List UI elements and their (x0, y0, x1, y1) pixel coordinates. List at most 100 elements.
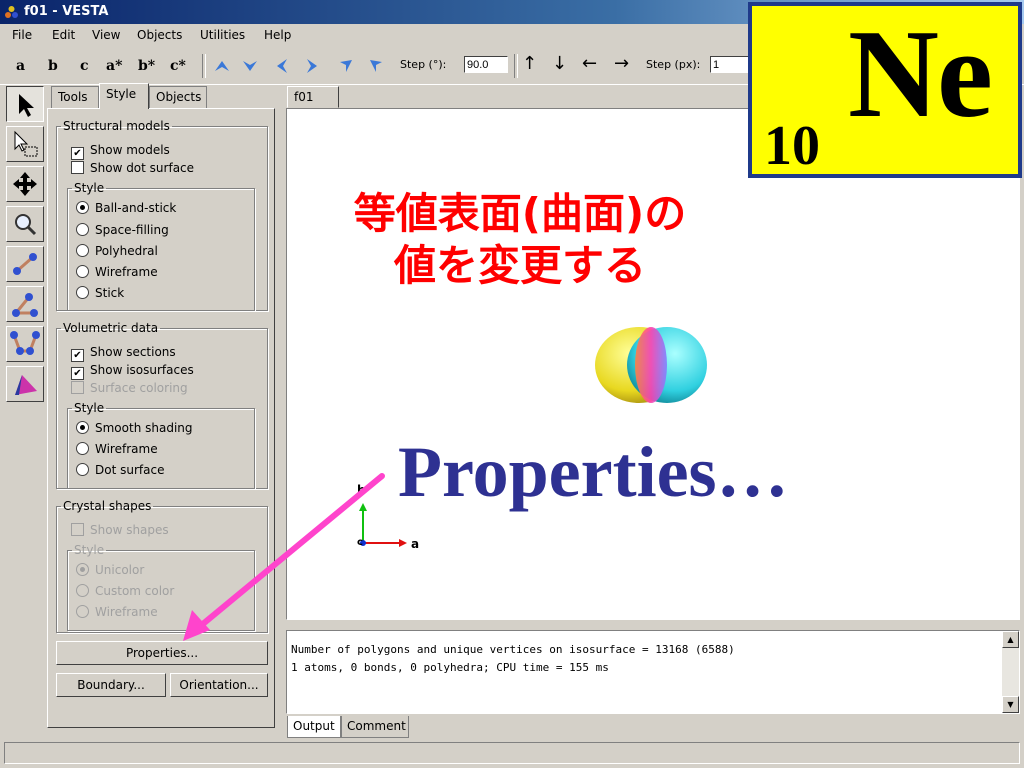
model-style-legend: Style (74, 181, 105, 195)
show-models-checkbox[interactable]: ✔ Show models (71, 143, 170, 160)
rotate-cw-icon[interactable] (366, 56, 386, 76)
dihedral-angle-icon (10, 331, 40, 355)
rotate-down-icon[interactable] (240, 56, 260, 76)
tool-column (6, 86, 46, 736)
radio-space-filling[interactable]: Space-filling (76, 223, 169, 237)
step-px-input[interactable] (710, 56, 750, 73)
menu-utilities[interactable]: Utilities (200, 28, 245, 42)
menu-view[interactable]: View (92, 28, 120, 42)
distance-tool-button[interactable] (6, 246, 44, 282)
structural-models-legend: Structural models (63, 119, 170, 133)
radio-empty-icon (76, 223, 89, 236)
pointer-region-icon (14, 130, 38, 157)
view-along-b-button[interactable]: b (48, 58, 58, 74)
radio-wireframe-shape: Wireframe (76, 605, 158, 619)
radio-label: Stick (95, 286, 125, 300)
volumetric-data-group: Volumetric data ✔ Show sections ✔ Show iso… (56, 321, 268, 489)
view-along-b-star-button[interactable]: b* (138, 58, 155, 74)
tab-style[interactable]: Style (99, 83, 149, 109)
radio-label: Polyhedral (95, 244, 158, 258)
radio-selected-icon (76, 201, 89, 214)
surface-coloring-checkbox: Surface coloring (71, 381, 188, 395)
tab-tools[interactable]: Tools (51, 86, 99, 108)
rotate-ccw-icon[interactable] (336, 56, 356, 76)
radio-empty-icon (76, 244, 89, 257)
view-along-c-star-button[interactable]: c* (170, 58, 186, 74)
show-dot-surface-checkbox[interactable]: Show dot surface (71, 161, 194, 175)
document-tab-f01[interactable]: f01 (287, 86, 339, 108)
radio-empty-icon (76, 584, 89, 597)
properties-button[interactable]: Properties... (56, 641, 268, 665)
step-px-label: Step (px): (646, 58, 701, 71)
menu-file[interactable]: File (12, 28, 32, 42)
radio-label: Wireframe (95, 605, 158, 619)
radio-unicolor: Unicolor (76, 563, 144, 577)
crystal-shapes-legend: Crystal shapes (63, 499, 152, 513)
orbital-section (635, 327, 667, 403)
view-along-a-star-button[interactable]: a* (106, 58, 122, 74)
boundary-button[interactable]: Boundary... (56, 673, 166, 697)
radio-wireframe-model[interactable]: Wireframe (76, 265, 158, 279)
view-along-a-button[interactable]: a (16, 58, 25, 74)
output-console[interactable]: Number of polygons and unique vertices o… (286, 630, 1020, 714)
checkbox-disabled-icon (71, 523, 84, 536)
scroll-down-icon[interactable]: ▼ (1002, 696, 1019, 713)
style-panel: Tools Style Objects Structural models ✔ S… (47, 83, 283, 736)
isosurface-render (359, 327, 707, 547)
radio-empty-icon (76, 605, 89, 618)
select-tool-button[interactable] (6, 86, 44, 122)
output-line: 1 atoms, 0 bonds, 0 polyhedra; CPU time … (291, 661, 609, 674)
zoom-tool-button[interactable] (6, 206, 44, 242)
annotation-note: 等値表面(曲面)の 値を変更する (290, 188, 750, 292)
output-scrollbar[interactable]: ▲ ▼ (1002, 631, 1019, 713)
show-isosurfaces-label: Show isosurfaces (90, 363, 194, 377)
radio-smooth-shading[interactable]: Smooth shading (76, 421, 193, 435)
volumetric-style-group: Style Smooth shading Wireframe Dot surfa… (67, 401, 255, 489)
tab-output[interactable]: Output (287, 716, 341, 738)
region-select-tool-button[interactable] (6, 126, 44, 162)
model-style-group: Style Ball-and-stick Space-filling Polyh… (67, 181, 255, 311)
radio-dot-surface[interactable]: Dot surface (76, 463, 164, 477)
toolbar-separator (514, 54, 518, 78)
translate-tool-button[interactable] (6, 166, 44, 202)
rotate-right-icon[interactable] (302, 56, 322, 76)
radio-stick[interactable]: Stick (76, 286, 124, 300)
menu-help[interactable]: Help (264, 28, 291, 42)
step-degree-input[interactable] (464, 56, 508, 73)
translate-left-icon[interactable]: ← (582, 53, 597, 74)
annotation-line-1: 等値表面(曲面)の (353, 189, 687, 238)
radio-wireframe-surface[interactable]: Wireframe (76, 442, 158, 456)
show-isosurfaces-checkbox[interactable]: ✔ Show isosurfaces (71, 363, 194, 380)
menu-objects[interactable]: Objects (137, 28, 182, 42)
structural-models-group: Structural models ✔ Show models Show dot … (56, 119, 268, 311)
dihedral-tool-button[interactable] (6, 326, 44, 362)
menu-edit[interactable]: Edit (52, 28, 75, 42)
angle-tool-button[interactable] (6, 286, 44, 322)
structure-viewport[interactable]: a b c (286, 108, 1020, 620)
crystal-shapes-group: Crystal shapes Show shapes Style Unicolo… (56, 499, 268, 633)
pointer-icon (19, 94, 34, 117)
radio-ball-and-stick[interactable]: Ball-and-stick (76, 201, 176, 215)
volumetric-data-legend: Volumetric data (63, 321, 159, 335)
radio-polyhedral[interactable]: Polyhedral (76, 244, 158, 258)
show-shapes-label: Show shapes (90, 523, 169, 537)
lattice-plane-tool-button[interactable] (6, 366, 44, 402)
translate-up-icon[interactable]: ↑ (522, 53, 537, 74)
element-badge: 10 Ne (748, 2, 1022, 178)
orientation-button[interactable]: Orientation... (170, 673, 268, 697)
radio-empty-icon (76, 463, 89, 476)
translate-right-icon[interactable]: → (614, 53, 629, 74)
show-sections-checkbox[interactable]: ✔ Show sections (71, 345, 176, 362)
scroll-up-icon[interactable]: ▲ (1002, 631, 1019, 648)
toolbar-separator (202, 54, 206, 78)
view-along-c-button[interactable]: c (80, 58, 89, 74)
tab-comment[interactable]: Comment (341, 716, 409, 738)
tab-objects[interactable]: Objects (149, 86, 207, 108)
surface-coloring-label: Surface coloring (90, 381, 188, 395)
translate-down-icon[interactable]: ↓ (552, 53, 567, 74)
volumetric-style-legend: Style (74, 401, 105, 415)
rotate-left-icon[interactable] (272, 56, 292, 76)
radio-label: Smooth shading (95, 421, 193, 435)
rotate-up-icon[interactable] (212, 56, 232, 76)
show-dot-surface-label: Show dot surface (90, 161, 195, 175)
